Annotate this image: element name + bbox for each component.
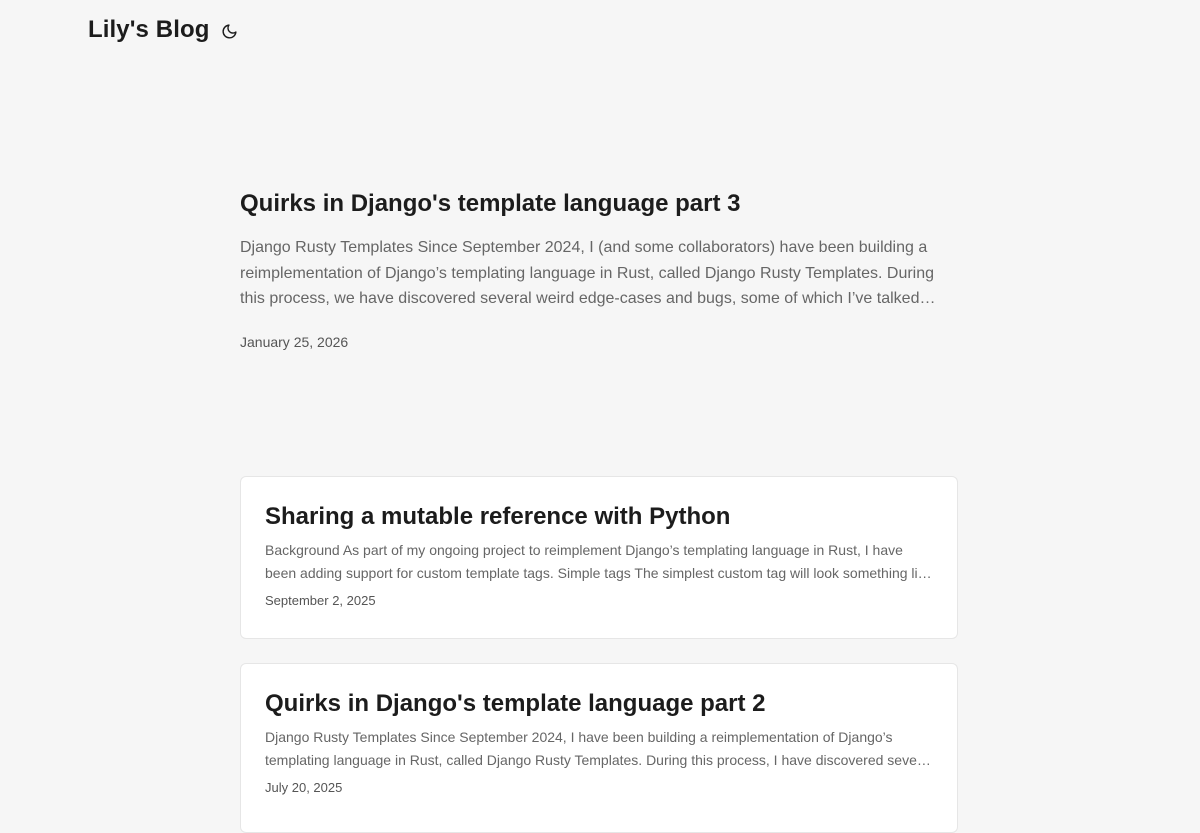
post-card[interactable]: Quirks in Django's template language par… [240, 663, 958, 833]
moon-icon[interactable] [220, 21, 240, 41]
post-card-date: July 20, 2025 [265, 780, 343, 795]
post-card[interactable]: Sharing a mutable reference with Python … [240, 476, 958, 639]
site-header: Lily's Blog [88, 14, 240, 46]
site-title-link[interactable]: Lily's Blog [88, 16, 210, 44]
post-card-excerpt: Django Rusty Templates Since September 2… [265, 729, 933, 768]
post-card-title[interactable]: Quirks in Django's template language par… [265, 688, 933, 720]
featured-post-title[interactable]: Quirks in Django's template language par… [240, 186, 940, 222]
post-card-excerpt: Background As part of my ongoing project… [265, 542, 933, 581]
featured-post[interactable]: Quirks in Django's template language par… [240, 186, 940, 350]
featured-post-excerpt: Django Rusty Templates Since September 2… [240, 239, 935, 307]
featured-post-date: January 25, 2026 [240, 333, 349, 350]
post-card-date: September 2, 2025 [265, 593, 376, 608]
post-card-title[interactable]: Sharing a mutable reference with Python [265, 501, 933, 533]
